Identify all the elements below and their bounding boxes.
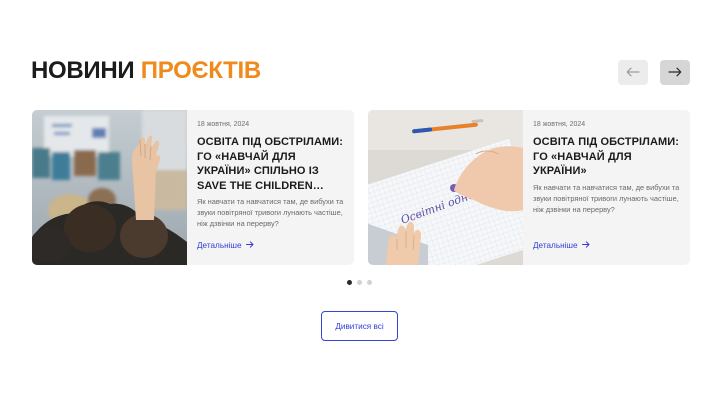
arrow-right-icon	[668, 65, 682, 80]
read-more-label: Детальніше	[197, 241, 242, 250]
read-more-label: Детальніше	[533, 241, 578, 250]
news-description: Як навчати та навчатися там, де вибухи т…	[197, 197, 344, 229]
news-date: 18 жовтня, 2024	[197, 121, 250, 128]
news-title[interactable]: ОСВІТА ПІД ОБСТРІЛАМИ: ГО «НАВЧАЙ ДЛЯ УК…	[533, 135, 683, 179]
read-more-link[interactable]: Детальніше	[197, 241, 254, 250]
section-title-accent: ПРОЄКТІВ	[140, 57, 262, 84]
news-card-body: 18 жовтня, 2024 ОСВІТА ПІД ОБСТРІЛАМИ: Г…	[197, 110, 347, 265]
carousel-prev-button[interactable]	[618, 60, 648, 85]
section-title-main: НОВИНИ	[31, 57, 135, 84]
news-card[interactable]: 18 жовтня, 2024 ОСВІТА ПІД ОБСТРІЛАМИ: Г…	[32, 110, 354, 265]
news-date: 18 жовтня, 2024	[533, 121, 586, 128]
section-title: НОВИНИ ПРОЄКТІВ	[31, 56, 261, 86]
carousel-pagination	[347, 280, 372, 285]
news-card-body: 18 жовтня, 2024 ОСВІТА ПІД ОБСТРІЛАМИ: Г…	[533, 110, 683, 265]
view-all-button[interactable]: Дивитися всі	[321, 311, 398, 341]
carousel-next-button[interactable]	[660, 60, 690, 85]
news-description: Як навчати та навчатися там, де вибухи т…	[533, 183, 680, 215]
classroom-raised-hand-photo	[32, 110, 187, 265]
news-title[interactable]: ОСВІТА ПІД ОБСТРІЛАМИ: ГО «НАВЧАЙ ДЛЯ УК…	[197, 135, 347, 193]
arrow-right-icon	[581, 241, 590, 250]
news-card[interactable]: Освітні одни 18 жовтня, 2024 ОСВІТА ПІД …	[368, 110, 690, 265]
read-more-link[interactable]: Детальніше	[533, 241, 590, 250]
arrow-left-icon	[626, 65, 640, 80]
writing-notebook-photo: Освітні одни	[368, 110, 523, 265]
pagination-dot-2[interactable]	[357, 280, 362, 285]
pagination-dot-1[interactable]	[347, 280, 352, 285]
pagination-dot-3[interactable]	[367, 280, 372, 285]
arrow-right-icon	[245, 241, 254, 250]
